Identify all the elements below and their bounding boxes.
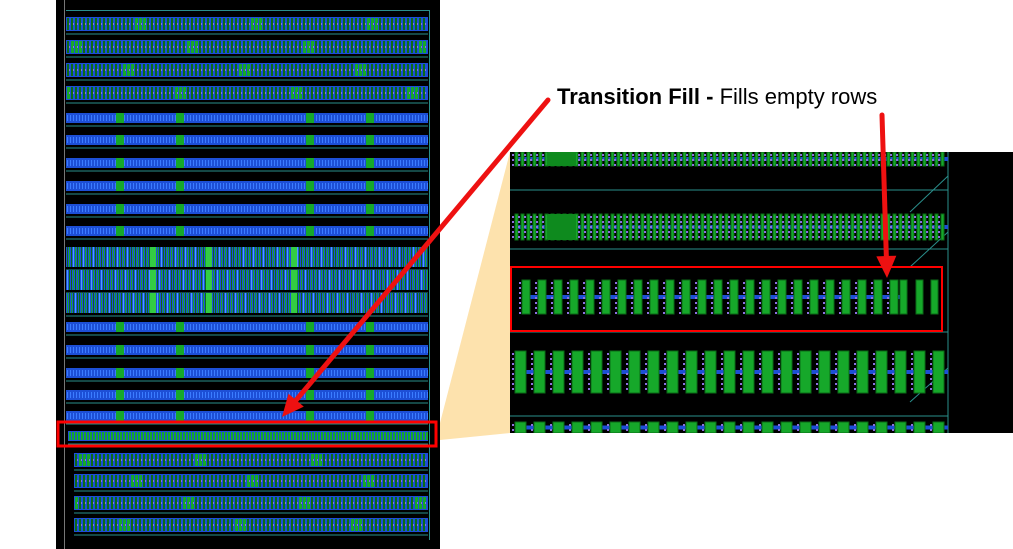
arrow-icon: [876, 112, 897, 278]
zoom-highlight-box: [510, 266, 943, 332]
callout-title: Transition Fill -: [557, 84, 714, 109]
callout-description: Fills empty rows: [719, 84, 878, 109]
callout-label: Transition Fill - Fills empty rows: [557, 84, 877, 110]
arrow-shaft: [879, 112, 889, 259]
arrow-shaft: [293, 97, 551, 403]
overview-highlight-box: [56, 420, 438, 448]
arrow-icon: [282, 97, 551, 417]
annotation-overlay: [56, 97, 943, 448]
